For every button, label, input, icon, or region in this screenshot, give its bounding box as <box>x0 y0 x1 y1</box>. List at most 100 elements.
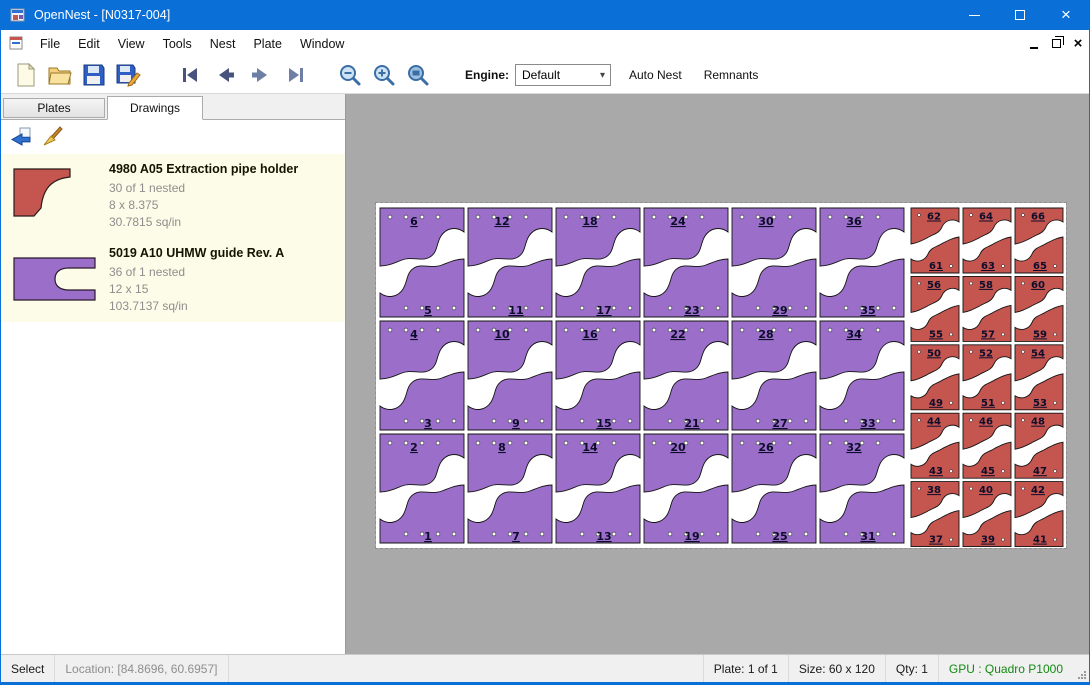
mdi-minimize-button[interactable] <box>1023 34 1045 54</box>
gpu-indicator: GPU : Quadro P1000 <box>938 655 1073 682</box>
purple-part-pair[interactable]: 1615 <box>556 321 640 430</box>
svg-text:27: 27 <box>772 417 787 430</box>
purple-part-pair[interactable]: 2221 <box>644 321 728 430</box>
purple-part-pair[interactable]: 65 <box>380 208 464 317</box>
red-part-pair[interactable]: 6261 <box>911 208 959 273</box>
red-part-pair[interactable]: 4443 <box>911 413 959 478</box>
purple-part-pair[interactable]: 87 <box>468 434 552 543</box>
save-icon <box>82 63 106 87</box>
svg-text:46: 46 <box>979 417 993 428</box>
close-icon: × <box>1061 5 1071 25</box>
auto-nest-button[interactable]: Auto Nest <box>625 63 686 87</box>
red-part-pair[interactable]: 4039 <box>963 482 1011 547</box>
save-as-button[interactable] <box>111 60 145 90</box>
svg-text:1: 1 <box>424 530 432 543</box>
zoom-in-button[interactable] <box>367 60 401 90</box>
red-part-pair[interactable]: 5857 <box>963 276 1011 341</box>
move-back-button[interactable] <box>6 124 34 150</box>
plate-qty: Qty: 1 <box>885 655 938 682</box>
red-part-pair[interactable]: 6059 <box>1015 276 1063 341</box>
menu-file[interactable]: File <box>31 32 69 56</box>
mdi-restore-button[interactable] <box>1045 34 1067 54</box>
purple-part-pair[interactable]: 3433 <box>820 321 904 430</box>
menu-window[interactable]: Window <box>291 32 353 56</box>
svg-text:6: 6 <box>410 215 418 228</box>
purple-part-pair[interactable]: 2625 <box>732 434 816 543</box>
first-plate-button[interactable] <box>175 60 209 90</box>
engine-select[interactable]: Default ▾ <box>515 64 611 86</box>
red-part-pair[interactable]: 5453 <box>1015 345 1063 410</box>
zoom-out-button[interactable] <box>333 60 367 90</box>
svg-text:57: 57 <box>981 329 995 340</box>
svg-text:20: 20 <box>670 441 686 454</box>
purple-part-pair[interactable]: 2019 <box>644 434 728 543</box>
menu-tools[interactable]: Tools <box>154 32 201 56</box>
status-bar: Select Location: [84.8696, 60.6957] Plat… <box>1 654 1089 682</box>
red-part-pair[interactable]: 4847 <box>1015 413 1063 478</box>
move-back-icon <box>8 125 32 149</box>
red-part-pair[interactable]: 5049 <box>911 345 959 410</box>
nested-parts-layout: 6512111817242330293635431091615222128273… <box>376 203 1066 548</box>
close-button[interactable]: × <box>1043 0 1089 30</box>
zoom-fit-button[interactable] <box>401 60 435 90</box>
purple-part-pair[interactable]: 43 <box>380 321 464 430</box>
document-icon[interactable] <box>9 36 24 51</box>
resize-grip[interactable] <box>1073 655 1089 682</box>
previous-plate-button[interactable] <box>209 60 243 90</box>
nest-canvas[interactable]: 6512111817242330293635431091615222128273… <box>346 94 1089 654</box>
purple-part-pair[interactable]: 109 <box>468 321 552 430</box>
svg-text:5: 5 <box>424 304 432 317</box>
purple-part-pair[interactable]: 36 35 <box>820 208 904 317</box>
open-button[interactable] <box>43 60 77 90</box>
mdi-close-button[interactable]: × <box>1067 34 1089 54</box>
minimize-button[interactable] <box>951 0 997 30</box>
menu-view[interactable]: View <box>109 32 154 56</box>
red-part-pair[interactable]: 4241 <box>1015 482 1063 547</box>
svg-text:12: 12 <box>494 215 509 228</box>
svg-text:60: 60 <box>1031 280 1045 291</box>
red-part-pair[interactable]: 6665 <box>1015 208 1063 273</box>
svg-text:39: 39 <box>981 535 995 546</box>
svg-text:8: 8 <box>498 441 506 454</box>
purple-part-pair[interactable]: 2827 <box>732 321 816 430</box>
menu-nest[interactable]: Nest <box>201 32 245 56</box>
maximize-button[interactable] <box>997 0 1043 30</box>
new-button[interactable] <box>9 60 43 90</box>
svg-text:61: 61 <box>929 261 943 272</box>
zoom-in-icon <box>372 63 396 87</box>
svg-text:21: 21 <box>684 417 699 430</box>
menu-edit[interactable]: Edit <box>69 32 109 56</box>
clear-button[interactable] <box>38 124 66 150</box>
menu-plate[interactable]: Plate <box>244 32 291 56</box>
red-part-pair[interactable]: 5655 <box>911 276 959 341</box>
red-part-pair[interactable]: 4645 <box>963 413 1011 478</box>
purple-part-pair[interactable]: 1211 <box>468 208 552 317</box>
drawing-item[interactable]: 5019 A10 UHMW guide Rev. A 36 of 1 neste… <box>1 238 345 322</box>
plate-sheet[interactable]: 6512111817242330293635431091615222128273… <box>376 203 1066 548</box>
svg-text:3: 3 <box>424 417 432 430</box>
purple-part-pair[interactable]: 2423 <box>644 208 728 317</box>
svg-text:35: 35 <box>860 304 875 317</box>
red-part-pair[interactable]: 6463 <box>963 208 1011 273</box>
save-button[interactable] <box>77 60 111 90</box>
grip-icon <box>1075 668 1087 680</box>
last-plate-button[interactable] <box>277 60 311 90</box>
purple-part-pair[interactable]: 1817 <box>556 208 640 317</box>
next-plate-button[interactable] <box>243 60 277 90</box>
red-part-pair[interactable]: 3837 <box>911 482 959 547</box>
menu-bar: File Edit View Tools Nest Plate Window × <box>1 30 1089 57</box>
red-part-pair[interactable]: 5251 <box>963 345 1011 410</box>
svg-text:55: 55 <box>929 329 943 340</box>
tab-drawings[interactable]: Drawings <box>107 96 203 120</box>
svg-text:34: 34 <box>846 328 862 341</box>
purple-part-pair[interactable]: 3029 <box>732 208 816 317</box>
svg-text:36: 36 <box>846 215 862 228</box>
remnants-button[interactable]: Remnants <box>700 63 763 87</box>
drawing-item[interactable]: 4980 A05 Extraction pipe holder 30 of 1 … <box>1 154 345 238</box>
purple-part-pair[interactable]: 1413 <box>556 434 640 543</box>
tab-plates[interactable]: Plates <box>3 98 105 118</box>
purple-part-pair[interactable]: 3231 <box>820 434 904 543</box>
svg-text:52: 52 <box>979 348 993 359</box>
purple-part-pair[interactable]: 21 <box>380 434 464 543</box>
svg-text:25: 25 <box>772 530 787 543</box>
